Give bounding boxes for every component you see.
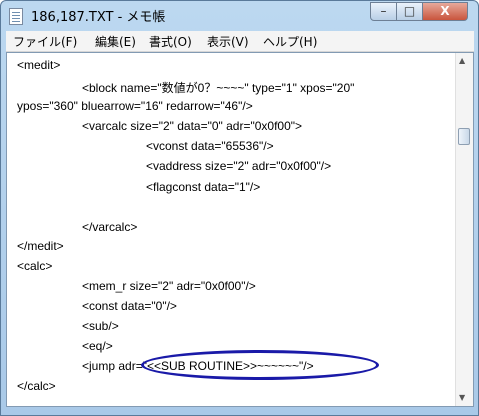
text-line: <eq/> — [82, 339, 113, 353]
text-line: <calc> — [17, 259, 53, 273]
menu-file[interactable]: ファイル(F) — [13, 33, 77, 50]
highlight-ellipse — [141, 350, 379, 380]
text-line: ypos="360" bluearrow="16" redarrow="46"/… — [17, 99, 253, 113]
text-line: <const data="0"/> — [82, 299, 177, 313]
menu-format[interactable]: 書式(O) — [149, 33, 192, 50]
text-line: </calc> — [17, 379, 56, 393]
window-title: 186,187.TXT - メモ帳 — [31, 10, 166, 25]
text-line: <vaddress size="2" adr="0x0f00"/> — [146, 159, 332, 173]
text-line: </varcalc> — [82, 220, 138, 234]
menu-bar: ファイル(F) 編集(E) 書式(O) 表示(V) ヘルプ(H) — [6, 31, 474, 52]
text-line: <varcalc size="2" data="0" adr="0x0f00"> — [82, 119, 303, 133]
scrollbar-thumb[interactable] — [458, 128, 470, 145]
vertical-scrollbar[interactable]: ▲ ▼ — [455, 53, 473, 406]
text-line: <vconst data="65536"/> — [146, 139, 274, 153]
notepad-icon — [9, 8, 23, 25]
scroll-up-arrow-icon[interactable]: ▲ — [459, 56, 465, 65]
text-line: <mem_r size="2" adr="0x0f00"/> — [82, 279, 256, 293]
text-line: <block name="数値が0？~~~~" type="1" xpos="2… — [82, 81, 355, 95]
menu-help[interactable]: ヘルプ(H) — [263, 33, 317, 50]
text-line: <sub/> — [82, 319, 119, 333]
title-bar[interactable]: 186,187.TXT - メモ帳 – □ X — [1, 1, 478, 31]
scroll-down-arrow-icon[interactable]: ▼ — [459, 393, 465, 402]
minimize-button[interactable]: – — [370, 2, 397, 21]
menu-edit[interactable]: 編集(E) — [95, 33, 136, 50]
close-button[interactable]: X — [422, 2, 468, 21]
maximize-button[interactable]: □ — [396, 2, 423, 21]
menu-view[interactable]: 表示(V) — [207, 33, 249, 50]
text-editor[interactable]: <medit> <block name="数値が0？~~~~" type="1"… — [6, 52, 474, 407]
text-line: <medit> — [17, 58, 61, 72]
text-line: <flagconst data="1"/> — [146, 180, 261, 194]
text-line: </medit> — [17, 239, 64, 253]
notepad-window: 186,187.TXT - メモ帳 – □ X ファイル(F) 編集(E) 書式… — [0, 0, 479, 416]
